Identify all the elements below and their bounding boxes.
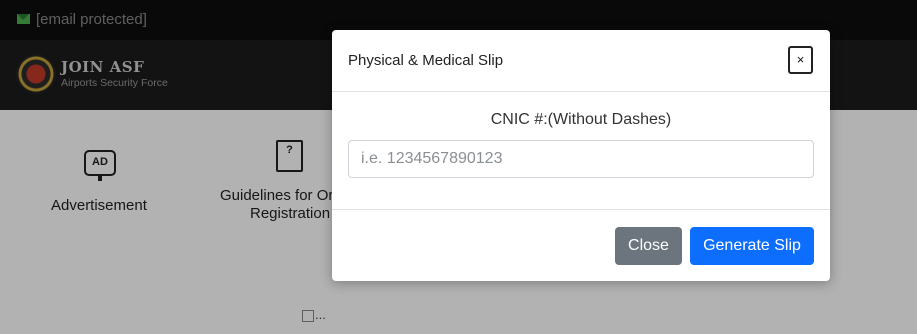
physical-medical-slip-modal: Physical & Medical Slip × CNIC #:(Withou… [332,30,830,281]
cnic-label: CNIC #:(Without Dashes) [490,111,672,128]
modal-body: CNIC #:(Without Dashes) [332,92,830,210]
generate-slip-button[interactable]: Generate Slip [690,227,814,265]
modal-title: Physical & Medical Slip [348,52,504,69]
cnic-input[interactable] [348,140,814,178]
close-icon[interactable]: × [788,46,813,74]
modal-header: Physical & Medical Slip × [332,30,830,92]
close-button[interactable]: Close [615,227,682,265]
